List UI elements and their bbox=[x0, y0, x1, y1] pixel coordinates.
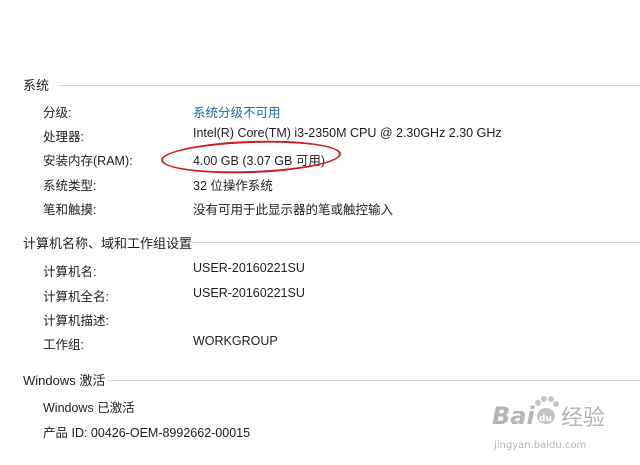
rating-link[interactable]: 系统分级不可用 bbox=[193, 102, 281, 121]
workgroup-value: WORKGROUP bbox=[193, 334, 278, 348]
computer-name-value: USER-20160221SU bbox=[193, 261, 305, 275]
system-section-divider bbox=[58, 85, 640, 86]
processor-value: Intel(R) Core(TM) i3-2350M CPU @ 2.30GHz… bbox=[193, 126, 502, 140]
pen-touch-label: 笔和触摸: bbox=[43, 203, 97, 217]
paw-icon: du bbox=[535, 396, 559, 424]
watermark-suffix: 经验 bbox=[561, 406, 605, 431]
activation-section-title: Windows 激活 bbox=[23, 373, 106, 388]
computer-name-label: 计算机名: bbox=[43, 265, 97, 279]
watermark-paw-text: du bbox=[539, 414, 552, 424]
pen-touch-value: 没有可用于此显示器的笔或触控输入 bbox=[193, 203, 394, 217]
full-computer-name-label: 计算机全名: bbox=[43, 290, 109, 304]
computer-section-title: 计算机名称、域和工作组设置 bbox=[23, 236, 193, 251]
computer-section-divider bbox=[186, 242, 640, 243]
activation-section-divider bbox=[108, 380, 640, 381]
rating-label: 分级: bbox=[43, 106, 72, 120]
computer-description-label: 计算机描述: bbox=[43, 314, 109, 328]
system-section-title: 系统 bbox=[23, 78, 50, 93]
processor-label: 处理器: bbox=[43, 130, 84, 144]
full-computer-name-value: USER-20160221SU bbox=[193, 286, 305, 300]
system-type-value: 32 位操作系统 bbox=[193, 179, 273, 193]
workgroup-label: 工作组: bbox=[43, 338, 84, 352]
product-id: 产品 ID: 00426-OEM-8992662-00015 bbox=[43, 426, 251, 440]
ram-label: 安装内存(RAM): bbox=[43, 154, 133, 168]
activation-status: Windows 已激活 bbox=[43, 401, 135, 415]
baidu-watermark-logo: Bai du 经验 jingyan.baidu.com bbox=[492, 396, 605, 451]
ram-highlight-circle bbox=[160, 137, 342, 177]
system-type-label: 系统类型: bbox=[43, 179, 97, 193]
watermark-brand: Bai bbox=[492, 402, 535, 430]
watermark-url: jingyan.baidu.com bbox=[493, 440, 586, 451]
